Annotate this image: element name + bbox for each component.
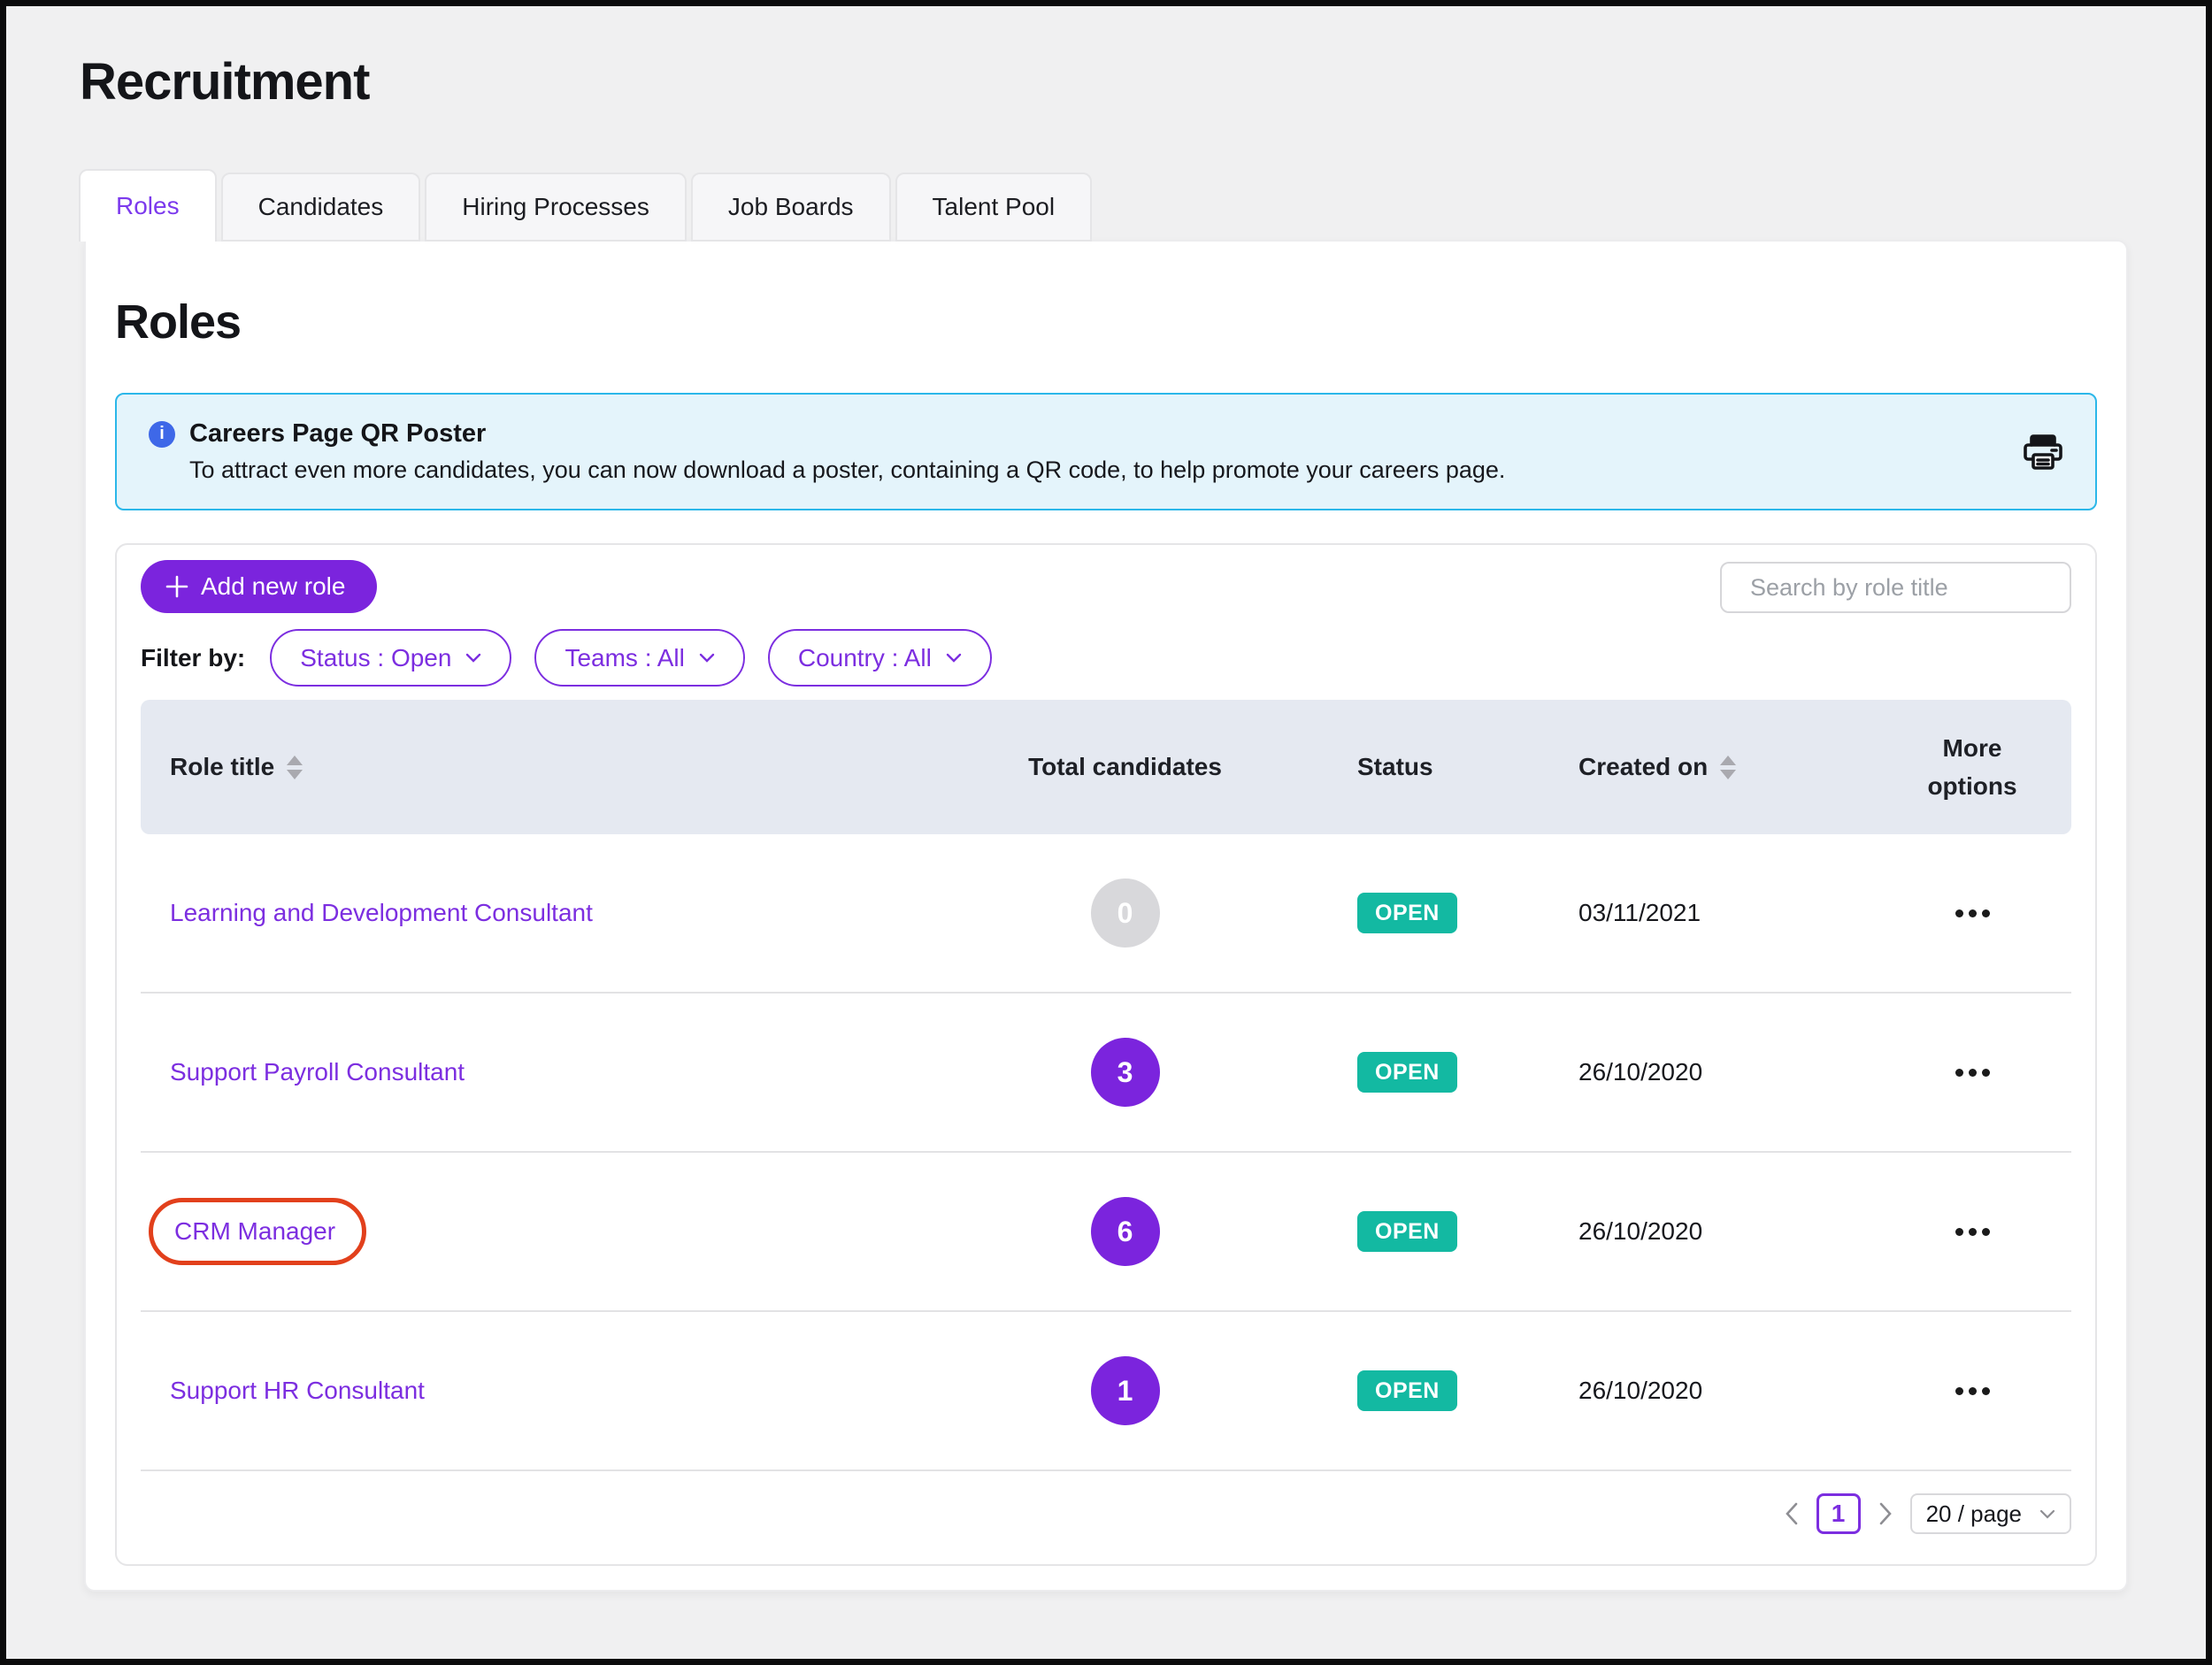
printer-icon[interactable]	[2023, 434, 2063, 471]
table-row: Learning and Development Consultant 0 OP…	[141, 834, 2071, 994]
next-page-button[interactable]	[1875, 1499, 1896, 1529]
highlight-ring: CRM Manager	[149, 1198, 366, 1265]
table-header: Role title Total candidates Status Creat…	[141, 700, 2071, 834]
sort-icon[interactable]	[287, 756, 303, 779]
column-total-candidates: Total candidates	[941, 753, 1309, 781]
more-options-button[interactable]	[1947, 1378, 1999, 1404]
chevron-left-icon	[1785, 1502, 1799, 1525]
table-row: Support Payroll Consultant 3 OPEN 26/10/…	[141, 994, 2071, 1153]
tab-label: Talent Pool	[933, 193, 1056, 221]
created-on-date: 26/10/2020	[1548, 1058, 1866, 1086]
table-row: CRM Manager 6 OPEN 26/10/2020	[141, 1153, 2071, 1312]
more-options-button[interactable]	[1947, 1219, 1999, 1245]
tab-job-boards[interactable]: Job Boards	[691, 173, 891, 242]
tab-label: Hiring Processes	[462, 193, 649, 221]
chevron-down-icon	[465, 653, 481, 663]
column-status: Status	[1309, 753, 1548, 781]
filter-by-label: Filter by:	[141, 644, 245, 672]
role-title-link[interactable]: Learning and Development Consultant	[170, 899, 593, 926]
column-more-options: More options	[1910, 729, 2034, 806]
column-created-on: Created on	[1578, 753, 1708, 781]
sort-icon[interactable]	[1720, 756, 1736, 779]
status-badge: OPEN	[1357, 1052, 1457, 1093]
filter-status[interactable]: Status : Open	[270, 629, 511, 687]
candidate-count-badge: 1	[1091, 1356, 1160, 1425]
plus-icon	[165, 575, 188, 598]
candidate-count-badge: 3	[1091, 1038, 1160, 1107]
search-box[interactable]	[1720, 562, 2071, 613]
candidate-count-badge: 6	[1091, 1197, 1160, 1266]
page-title: Recruitment	[80, 52, 2206, 111]
info-banner: Careers Page QR Poster To attract even m…	[115, 393, 2097, 510]
page-number-button[interactable]: 1	[1816, 1493, 1861, 1534]
created-on-date: 26/10/2020	[1548, 1217, 1866, 1246]
add-new-role-button[interactable]: Add new role	[141, 560, 377, 613]
filter-bar: Filter by: Status : Open Teams : All Cou…	[141, 629, 2071, 687]
banner-title: Careers Page QR Poster	[189, 419, 486, 449]
candidate-count-badge: 0	[1091, 879, 1160, 948]
roles-card: Add new role Filter by: Status : Open Te…	[115, 543, 2097, 1566]
role-title-link[interactable]: Support Payroll Consultant	[170, 1058, 465, 1086]
pagination: 1 20 / page	[141, 1493, 2071, 1534]
banner-body: To attract even more candidates, you can…	[189, 457, 2023, 484]
tab-label: Job Boards	[728, 193, 854, 221]
role-title-link[interactable]: CRM Manager	[174, 1217, 335, 1246]
status-badge: OPEN	[1357, 1211, 1457, 1252]
filter-country-label: Country : All	[798, 644, 932, 672]
chevron-down-icon	[946, 653, 962, 663]
status-badge: OPEN	[1357, 893, 1457, 933]
add-new-role-label: Add new role	[201, 572, 345, 601]
created-on-date: 03/11/2021	[1548, 899, 1866, 927]
tab-roles[interactable]: Roles	[79, 169, 217, 242]
tab-label: Candidates	[258, 193, 384, 221]
filter-teams-label: Teams : All	[565, 644, 684, 672]
chevron-down-icon	[699, 653, 715, 663]
search-input[interactable]	[1750, 574, 2063, 602]
tab-talent-pool[interactable]: Talent Pool	[895, 173, 1093, 242]
previous-page-button[interactable]	[1781, 1499, 1802, 1529]
tab-bar: Roles Candidates Hiring Processes Job Bo…	[79, 169, 2206, 242]
table-row: Support HR Consultant 1 OPEN 26/10/2020	[141, 1312, 2071, 1471]
roles-toolbar: Add new role	[141, 560, 2071, 615]
info-icon	[149, 421, 175, 448]
banner-content: Careers Page QR Poster To attract even m…	[149, 419, 2023, 484]
more-options-button[interactable]	[1947, 901, 1999, 926]
filter-status-label: Status : Open	[300, 644, 451, 672]
column-role-title: Role title	[170, 753, 274, 781]
chevron-down-icon	[2039, 1509, 2055, 1519]
tab-hiring-processes[interactable]: Hiring Processes	[425, 173, 687, 242]
created-on-date: 26/10/2020	[1548, 1377, 1866, 1405]
section-heading: Roles	[115, 296, 2097, 348]
filter-teams[interactable]: Teams : All	[534, 629, 744, 687]
more-options-button[interactable]	[1947, 1060, 1999, 1086]
filter-country[interactable]: Country : All	[768, 629, 992, 687]
status-badge: OPEN	[1357, 1370, 1457, 1411]
screen: Recruitment Roles Candidates Hiring Proc…	[0, 0, 2212, 1665]
page-size-value: 20 / page	[1926, 1500, 2022, 1528]
tab-label: Roles	[116, 192, 180, 220]
tab-candidates[interactable]: Candidates	[221, 173, 421, 242]
chevron-right-icon	[1878, 1502, 1893, 1525]
page-size-select[interactable]: 20 / page	[1910, 1493, 2071, 1534]
role-title-link[interactable]: Support HR Consultant	[170, 1377, 425, 1404]
roles-panel: Roles Careers Page QR Poster To attract …	[84, 240, 2128, 1592]
